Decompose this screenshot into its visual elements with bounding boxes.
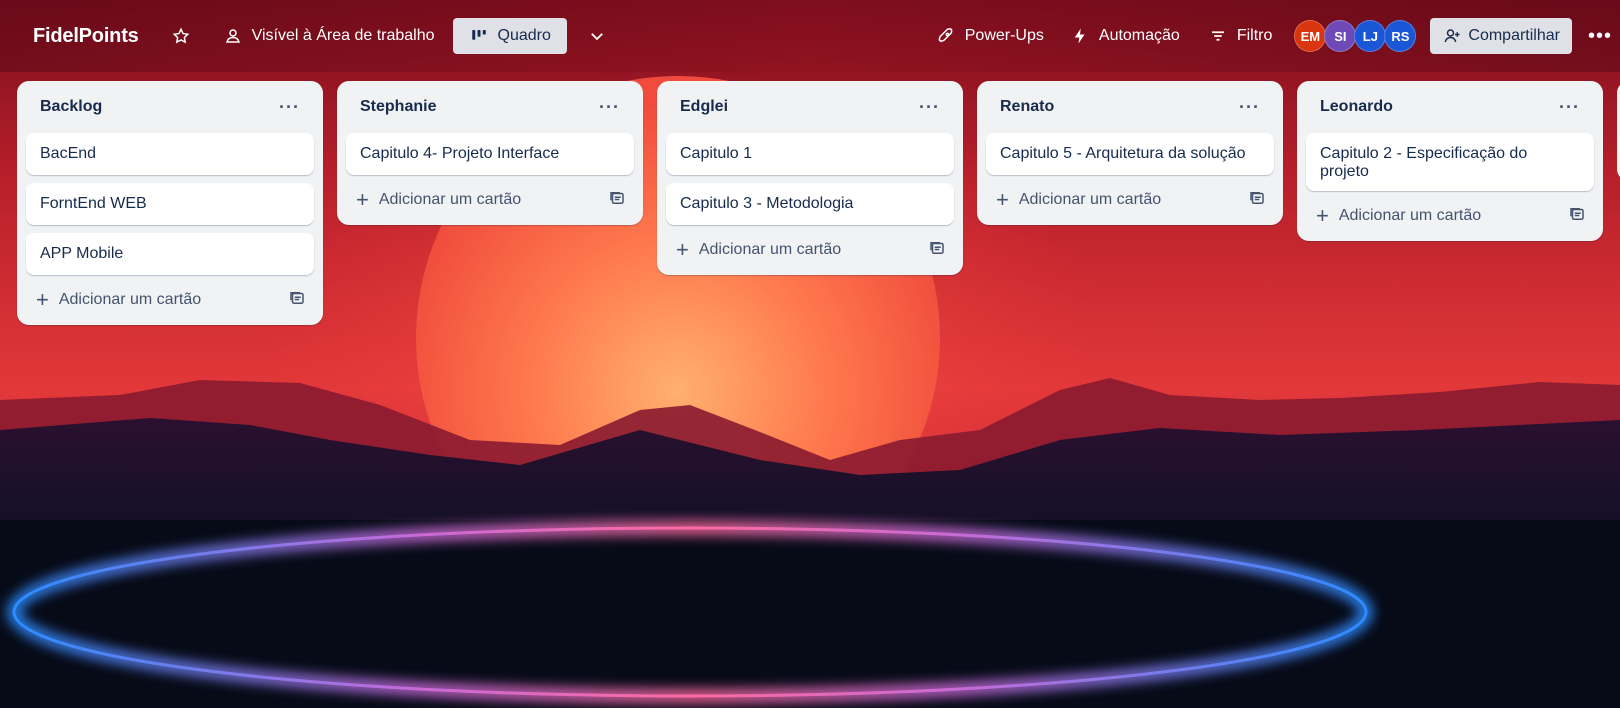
list-stephanie: Stephanie ··· Capitulo 4- Projeto Interf… (337, 81, 643, 225)
filter-button[interactable]: Filtro (1200, 18, 1281, 54)
power-ups-label: Power-Ups (964, 27, 1044, 44)
plus-icon: + (996, 187, 1009, 212)
plus-icon: + (356, 187, 369, 212)
visibility-label: Visível à Área de trabalho (251, 27, 435, 44)
add-card-row: + Adicionar um cartão (1306, 199, 1594, 233)
lightning-icon (1070, 26, 1090, 46)
board-menu-button[interactable]: ••• (1580, 25, 1620, 48)
plus-icon: + (36, 287, 49, 312)
list-menu-icon[interactable]: ··· (593, 95, 626, 120)
list-menu-icon[interactable]: ··· (913, 95, 946, 120)
card-template-icon[interactable] (1248, 189, 1266, 212)
list-title[interactable]: Leonardo (1320, 98, 1393, 116)
card-template-icon[interactable] (288, 289, 306, 312)
add-card-row: + Adicionar um cartão (346, 183, 634, 217)
avatar[interactable]: EM (1294, 20, 1327, 52)
list-edglei: Edglei ··· Capitulo 1 Capitulo 3 - Metod… (657, 81, 963, 275)
visibility-button[interactable]: Visível à Área de trabalho (215, 18, 443, 54)
board-view-icon (469, 26, 489, 46)
view-label: Quadro (497, 27, 551, 44)
list-header[interactable]: Stephanie ··· (346, 81, 634, 133)
add-card-label: Adicionar um cartão (58, 291, 202, 308)
chevron-down-icon (587, 26, 607, 46)
card[interactable]: Capitulo 1 (666, 133, 954, 175)
share-label: Compartilhar (1468, 27, 1560, 44)
list-header[interactable]: Edglei ··· (666, 81, 954, 133)
card[interactable]: Capitulo 4- Projeto Interface (346, 133, 634, 175)
list-header[interactable]: Renato ··· (986, 81, 1274, 133)
add-card-button[interactable]: + Adicionar um cartão (36, 289, 201, 311)
add-person-icon (1442, 26, 1462, 46)
board-title[interactable]: FidelPoints (33, 25, 139, 48)
add-card-button[interactable]: + Adicionar um cartão (676, 239, 841, 261)
share-button[interactable]: Compartilhar (1430, 18, 1572, 54)
avatar[interactable]: LJ (1354, 20, 1387, 52)
card[interactable]: ForntEnd WEB (26, 183, 314, 225)
card-template-icon[interactable] (928, 239, 946, 262)
plus-icon: + (676, 237, 689, 262)
workspace-people-icon (223, 26, 243, 46)
star-icon (171, 26, 191, 46)
add-card-button[interactable]: + Adicionar um cartão (356, 189, 521, 211)
automation-button[interactable]: Automação (1062, 18, 1188, 54)
card[interactable]: Capitulo 3 - Metodologia (666, 183, 954, 225)
avatar[interactable]: RS (1384, 20, 1417, 52)
list-title[interactable]: Backlog (40, 98, 102, 116)
board-header: FidelPoints Visível à Área de trabalho Q… (0, 0, 1620, 72)
star-button[interactable] (163, 18, 199, 54)
list-menu-icon[interactable]: ··· (1553, 95, 1586, 120)
power-ups-button[interactable]: Power-Ups (928, 18, 1052, 54)
card-template-icon[interactable] (1568, 205, 1586, 228)
view-switcher-button[interactable] (579, 18, 615, 54)
list-leonardo: Leonardo ··· Capitulo 2 - Especificação … (1297, 81, 1603, 241)
add-card-label: Adicionar um cartão (378, 191, 522, 208)
card[interactable]: Capitulo 5 - Arquitetura da solução (986, 133, 1274, 175)
view-board-button[interactable]: Quadro (452, 18, 567, 54)
list-title[interactable]: Stephanie (360, 98, 436, 116)
plus-icon: + (1316, 203, 1329, 228)
list-header[interactable]: Backlog ··· (26, 81, 314, 133)
add-card-label: Adicionar um cartão (698, 241, 842, 258)
add-card-label: Adicionar um cartão (1338, 207, 1482, 224)
list-title[interactable]: Edglei (680, 98, 728, 116)
list-title[interactable]: Renato (1000, 98, 1054, 116)
card-template-icon[interactable] (608, 189, 626, 212)
list-backlog: Backlog ··· BacEnd ForntEnd WEB APP Mobi… (17, 81, 323, 325)
rocket-icon (936, 26, 956, 46)
member-avatars: EM SI LJ RS (1294, 20, 1417, 52)
add-card-row: + Adicionar um cartão (666, 233, 954, 267)
card[interactable]: BacEnd (26, 133, 314, 175)
list-header[interactable]: Leonardo ··· (1306, 81, 1594, 133)
add-card-button[interactable]: + Adicionar um cartão (996, 189, 1161, 211)
card[interactable]: Capitulo 2 - Especificação do projeto (1306, 133, 1594, 191)
filter-label: Filtro (1236, 27, 1273, 44)
card[interactable]: APP Mobile (26, 233, 314, 275)
board-lists: Backlog ··· BacEnd ForntEnd WEB APP Mobi… (17, 81, 1620, 325)
add-card-button[interactable]: + Adicionar um cartão (1316, 205, 1481, 227)
avatar[interactable]: SI (1324, 20, 1357, 52)
automation-label: Automação (1098, 27, 1180, 44)
list-menu-icon[interactable]: ··· (1233, 95, 1266, 120)
filter-icon (1208, 26, 1228, 46)
add-card-row: + Adicionar um cartão (986, 183, 1274, 217)
more-icon: ••• (1587, 24, 1612, 47)
add-card-label: Adicionar um cartão (1018, 191, 1162, 208)
list-renato: Renato ··· Capitulo 5 - Arquitetura da s… (977, 81, 1283, 225)
add-card-row: + Adicionar um cartão (26, 283, 314, 317)
list-menu-icon[interactable]: ··· (273, 95, 306, 120)
